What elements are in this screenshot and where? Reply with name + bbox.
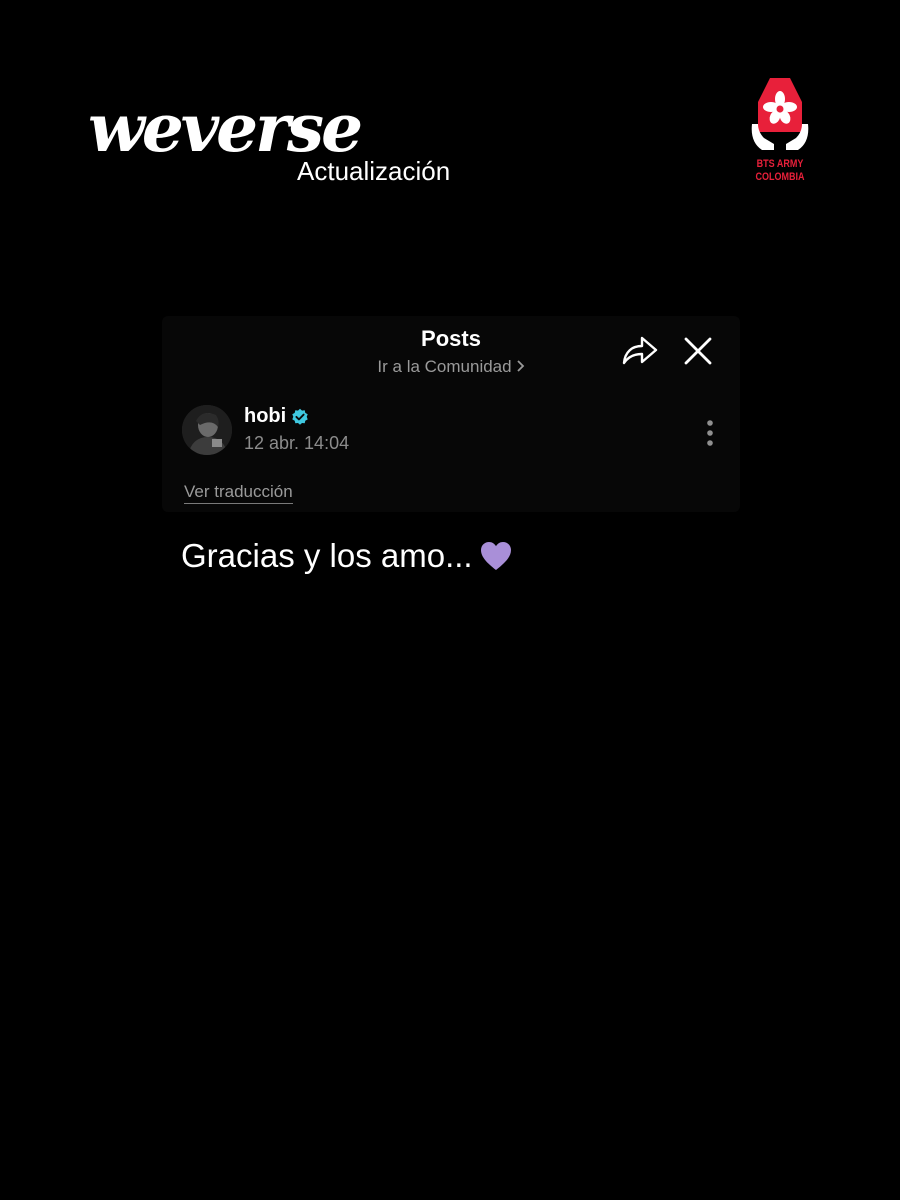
post-timestamp: 12 abr. 14:04 [244, 433, 350, 453]
update-subtitle: Actualización [297, 156, 451, 186]
close-icon [684, 337, 712, 365]
flower-hands-icon [751, 78, 809, 150]
share-arrow-icon [622, 336, 658, 365]
purple-heart-icon [480, 542, 511, 570]
weverse-wordmark: weverse [88, 89, 363, 167]
post-body: Gracias y los amo... [181, 536, 513, 576]
community-link-label: Ir a la Comunidad [377, 357, 512, 376]
chevron-right-icon [516, 358, 525, 378]
avatar[interactable] [182, 405, 232, 455]
panel-header: Posts Ir a la Comunidad [162, 316, 740, 386]
verified-badge-icon [292, 408, 308, 425]
post-body-text: Gracias y los amo... [181, 537, 473, 574]
weverse-branding: weverse Actualización [88, 92, 488, 202]
more-vertical-icon [707, 420, 713, 446]
army-logo-line1: BTS ARMY [756, 158, 804, 170]
share-button[interactable] [620, 333, 660, 369]
see-translation-link[interactable]: Ver traducción [184, 482, 293, 504]
bts-army-colombia-logo: BTS ARMY COLOMBIA [748, 72, 812, 190]
author-name[interactable]: hobi [244, 405, 286, 428]
more-options-button[interactable] [698, 418, 722, 450]
post-panel: Posts Ir a la Comunidad hobi 12 abr. 14:… [162, 316, 740, 512]
army-logo-line2: COLOMBIA [755, 171, 805, 183]
close-button[interactable] [680, 333, 716, 369]
post-author-row: hobi 12 abr. 14:04 [182, 404, 720, 460]
